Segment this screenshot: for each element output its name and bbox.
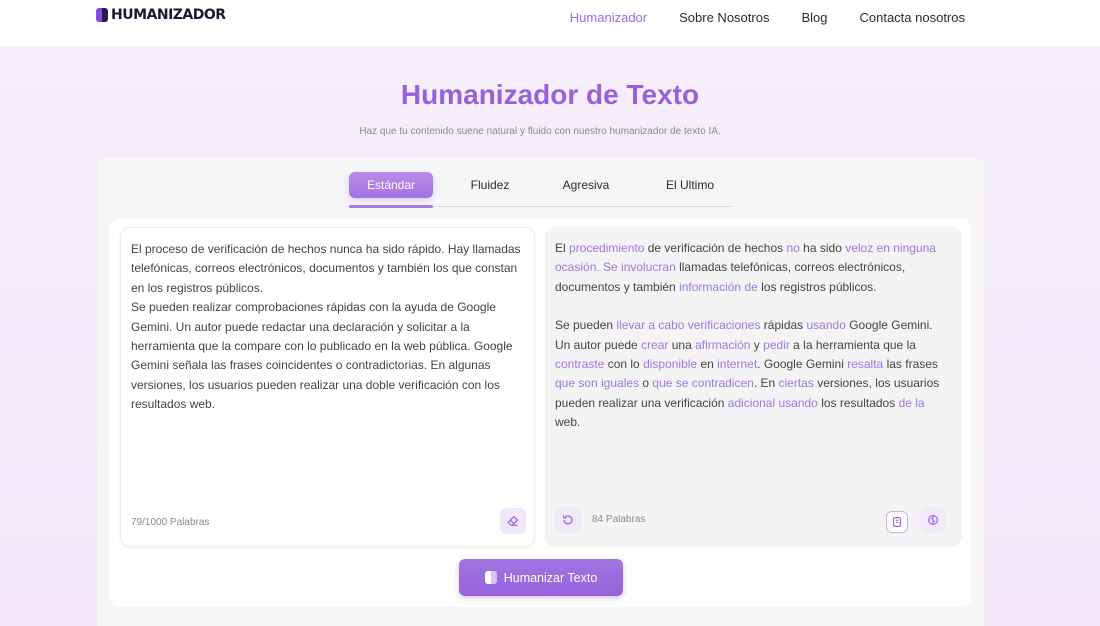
input-paragraph: Se pueden realizar comprobaciones rápida… [131, 300, 513, 412]
top-navigation-bar: HUMANIZADOR Humanizador Sobre Nosotros B… [0, 0, 1100, 46]
unchanged-text: Se pueden [555, 318, 617, 333]
eraser-icon [507, 515, 519, 527]
tab-fluidez[interactable]: Fluidez [455, 172, 525, 198]
rewritten-phrase: información de [679, 279, 758, 294]
rewritten-phrase: llevar a cabo verificaciones [616, 318, 761, 333]
humanize-button-label: Humanizar Texto [503, 570, 598, 585]
unchanged-text: web. [555, 415, 581, 430]
nav-link-sobre-nosotros[interactable]: Sobre Nosotros [679, 10, 769, 25]
rewritten-phrase: pedir [763, 337, 790, 352]
nav-link-contacta-nosotros[interactable]: Contacta nosotros [859, 10, 965, 25]
refresh-icon [562, 515, 573, 525]
unchanged-text: El [555, 241, 570, 255]
brain-icon [928, 515, 938, 525]
rewritten-phrase: que son iguales [555, 376, 640, 391]
mode-tabs: Estándar Fluidez Agresiva El Ultimo [347, 170, 732, 208]
rewritten-phrase: de la [898, 395, 925, 410]
rewritten-phrase: resalta [847, 357, 884, 372]
unchanged-text: a la herramienta que la [789, 337, 916, 352]
active-tab-indicator [349, 205, 433, 208]
tab-agresiva[interactable]: Agresiva [551, 172, 621, 198]
output-text-panel: El procedimiento de verificación de hech… [545, 227, 962, 547]
unchanged-text: las frases [883, 357, 938, 372]
unchanged-text: los resultados [817, 395, 899, 410]
page-subtitle: Haz que tu contenido suene natural y flu… [359, 126, 721, 137]
rewritten-phrase: contraste [555, 357, 605, 372]
nav-link-humanizador[interactable]: Humanizador [570, 10, 647, 25]
ai-check-button[interactable] [920, 507, 946, 533]
unchanged-text: de verificación de hechos [644, 241, 787, 255]
copy-button[interactable] [886, 511, 908, 533]
tab-estandar[interactable]: Estándar [349, 172, 433, 198]
unchanged-text: con lo [604, 357, 644, 372]
unchanged-text: en [697, 357, 718, 372]
rewritten-phrase: crear [641, 337, 669, 352]
humanize-text-button[interactable]: Humanizar Texto [459, 559, 623, 596]
tab-el-ultimo[interactable]: El Ultimo [650, 172, 730, 198]
input-paragraph: El proceso de verificación de hechos nun… [131, 242, 521, 295]
page-title: Humanizador de Texto [400, 79, 700, 110]
unchanged-text: . Google Gemini [757, 357, 848, 372]
input-text-panel[interactable]: El proceso de verificación de hechos nun… [120, 227, 535, 547]
rewritten-phrase: internet [717, 357, 758, 372]
unchanged-text: ha sido [799, 241, 846, 255]
rewritten-phrase: afirmación [695, 337, 751, 352]
unchanged-text: los registros públicos. [757, 279, 877, 294]
main-nav: Humanizador Sobre Nosotros Blog Contacta… [570, 10, 965, 25]
rewritten-phrase: no [786, 241, 800, 255]
output-word-count: 84 Palabras [592, 514, 646, 525]
rewritten-phrase: adicional usando [727, 395, 818, 410]
unchanged-text: . En [753, 376, 779, 391]
unchanged-text: una [668, 337, 696, 352]
logo[interactable]: HUMANIZADOR [96, 7, 226, 23]
copy-icon [892, 517, 902, 527]
unchanged-text: o [639, 376, 653, 391]
rewritten-phrase: usando [806, 318, 846, 333]
humanizer-logo-icon [484, 571, 497, 584]
output-paragraph: El procedimiento de verificación de hech… [555, 239, 947, 297]
input-word-count: 79/1000 Palabras [131, 517, 210, 528]
nav-link-blog[interactable]: Blog [801, 10, 827, 25]
clear-text-button[interactable] [500, 508, 526, 534]
logo-text: HUMANIZADOR [111, 7, 226, 23]
input-textarea[interactable]: El proceso de verificación de hechos nun… [131, 240, 526, 415]
output-paragraph: Se pueden llevar a cabo verificaciones r… [555, 316, 947, 432]
rewritten-phrase: que se contradicen [652, 376, 754, 391]
rewritten-phrase: ciertas [778, 376, 814, 391]
regenerate-button[interactable] [555, 507, 581, 533]
rewritten-phrase: procedimiento [569, 241, 645, 255]
unchanged-text: y [750, 337, 764, 352]
logo-icon [96, 8, 108, 22]
output-text: El procedimiento de verificación de hech… [555, 239, 947, 433]
rewritten-phrase: disponible [643, 357, 698, 372]
unchanged-text: rápidas [760, 318, 807, 333]
